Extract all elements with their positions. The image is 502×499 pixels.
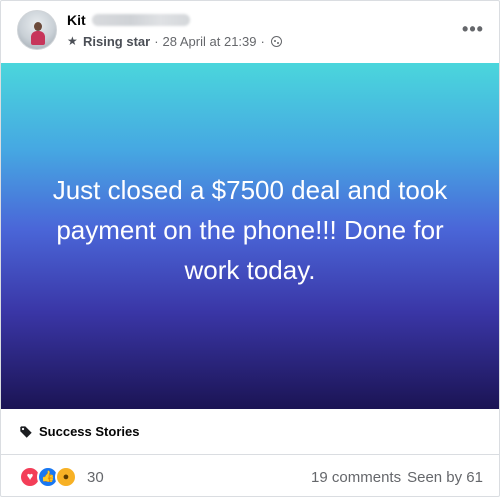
meta-separator: · [154,33,159,49]
post-meta: ★ Rising star · 28 April at 21:39 · [67,33,282,49]
post-header: Kit ★ Rising star · 28 April at 21:39 · … [1,1,499,63]
star-badge-icon: ★ [67,34,78,48]
post-card: Kit ★ Rising star · 28 April at 21:39 · … [0,0,500,497]
reactions-summary[interactable]: ♥ 👍 ● 30 [19,466,104,488]
post-footer: ♥ 👍 ● 30 19 comments Seen by 61 [1,456,499,498]
post-background-media[interactable]: Just closed a $7500 deal and took paymen… [1,63,499,409]
tag-icon [20,425,32,438]
redacted-surname [91,14,190,26]
avatar-figure-body [31,31,45,45]
avatar-figure-head [34,22,42,31]
post-timestamp[interactable]: 28 April at 21:39 [163,34,257,49]
author-name[interactable]: Kit [67,12,86,28]
comments-count-link[interactable]: 19 comments [311,469,401,486]
author-row: Kit [67,11,190,29]
more-options-button[interactable]: ••• [461,17,485,41]
member-badge[interactable]: Rising star [83,34,150,49]
reaction-count[interactable]: 30 [87,469,104,486]
author-avatar[interactable] [17,10,57,50]
privacy-globe-icon[interactable] [270,35,282,47]
topic-tag-label[interactable]: Success Stories [39,424,139,439]
topic-tag-row: Success Stories [1,409,499,455]
wow-icon: ● [55,466,77,488]
engagement-stats: 19 comments Seen by 61 [311,469,483,486]
meta-separator: · [260,33,265,49]
post-text: Just closed a $7500 deal and took paymen… [52,175,448,285]
seen-by-count[interactable]: Seen by 61 [407,469,483,486]
